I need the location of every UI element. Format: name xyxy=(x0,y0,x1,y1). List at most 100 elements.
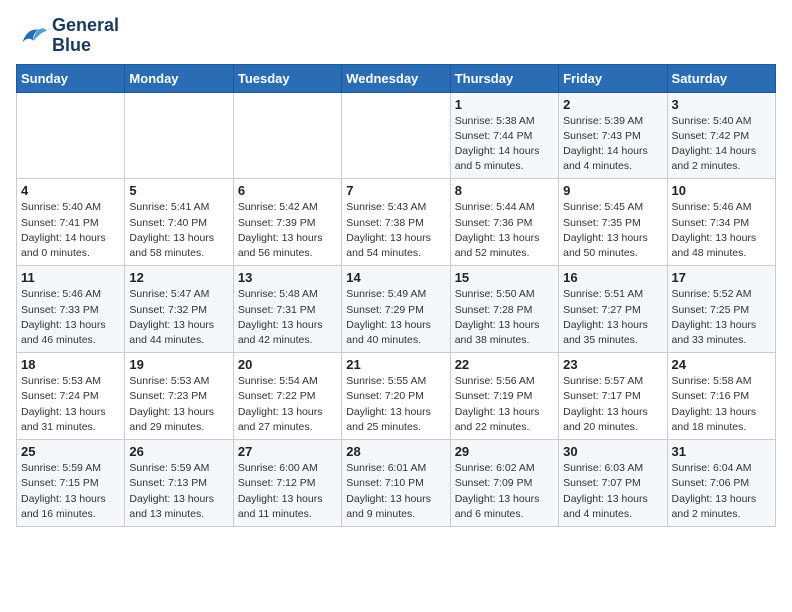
header-wednesday: Wednesday xyxy=(342,64,450,92)
day-number: 26 xyxy=(129,444,228,459)
day-info: Sunrise: 5:58 AM Sunset: 7:16 PM Dayligh… xyxy=(672,374,771,435)
day-number: 29 xyxy=(455,444,554,459)
day-info: Sunrise: 5:40 AM Sunset: 7:42 PM Dayligh… xyxy=(672,114,771,175)
day-number: 3 xyxy=(672,97,771,112)
day-number: 13 xyxy=(238,270,337,285)
calendar-cell: 19 Sunrise: 5:53 AM Sunset: 7:23 PM Dayli… xyxy=(125,353,233,440)
day-info: Sunrise: 6:00 AM Sunset: 7:12 PM Dayligh… xyxy=(238,461,337,522)
calendar-cell: 10 Sunrise: 5:46 AM Sunset: 7:34 PM Dayli… xyxy=(667,179,775,266)
calendar-cell: 22 Sunrise: 5:56 AM Sunset: 7:19 PM Dayli… xyxy=(450,353,558,440)
calendar-cell: 3 Sunrise: 5:40 AM Sunset: 7:42 PM Daylig… xyxy=(667,92,775,179)
header-saturday: Saturday xyxy=(667,64,775,92)
day-number: 22 xyxy=(455,357,554,372)
day-info: Sunrise: 6:04 AM Sunset: 7:06 PM Dayligh… xyxy=(672,461,771,522)
calendar-cell: 5 Sunrise: 5:41 AM Sunset: 7:40 PM Daylig… xyxy=(125,179,233,266)
calendar-cell: 31 Sunrise: 6:04 AM Sunset: 7:06 PM Dayli… xyxy=(667,440,775,527)
calendar-cell: 11 Sunrise: 5:46 AM Sunset: 7:33 PM Dayli… xyxy=(17,266,125,353)
calendar-cell xyxy=(125,92,233,179)
calendar-week-row: 25Sunrise: 5:59 AM Sunset: 7:15 PM Dayli… xyxy=(17,440,776,527)
calendar-cell: 13 Sunrise: 5:48 AM Sunset: 7:31 PM Dayli… xyxy=(233,266,341,353)
calendar-table: SundayMondayTuesdayWednesdayThursdayFrid… xyxy=(16,64,776,527)
calendar-week-row: 1Sunrise: 5:38 AM Sunset: 7:44 PM Daylig… xyxy=(17,92,776,179)
calendar-cell: 12 Sunrise: 5:47 AM Sunset: 7:32 PM Dayli… xyxy=(125,266,233,353)
calendar-cell xyxy=(233,92,341,179)
day-number: 28 xyxy=(346,444,445,459)
day-number: 17 xyxy=(672,270,771,285)
day-info: Sunrise: 5:53 AM Sunset: 7:23 PM Dayligh… xyxy=(129,374,228,435)
day-info: Sunrise: 5:51 AM Sunset: 7:27 PM Dayligh… xyxy=(563,287,662,348)
logo-text: GeneralBlue xyxy=(52,16,119,56)
day-number: 20 xyxy=(238,357,337,372)
day-number: 19 xyxy=(129,357,228,372)
day-number: 15 xyxy=(455,270,554,285)
day-number: 16 xyxy=(563,270,662,285)
day-info: Sunrise: 5:39 AM Sunset: 7:43 PM Dayligh… xyxy=(563,114,662,175)
day-number: 9 xyxy=(563,183,662,198)
day-number: 6 xyxy=(238,183,337,198)
day-info: Sunrise: 5:55 AM Sunset: 7:20 PM Dayligh… xyxy=(346,374,445,435)
calendar-cell: 30Sunrise: 6:03 AM Sunset: 7:07 PM Dayli… xyxy=(559,440,667,527)
calendar-cell: 1Sunrise: 5:38 AM Sunset: 7:44 PM Daylig… xyxy=(450,92,558,179)
logo-line1: General xyxy=(52,16,119,36)
calendar-cell: 21 Sunrise: 5:55 AM Sunset: 7:20 PM Dayli… xyxy=(342,353,450,440)
calendar-week-row: 11 Sunrise: 5:46 AM Sunset: 7:33 PM Dayli… xyxy=(17,266,776,353)
day-info: Sunrise: 6:02 AM Sunset: 7:09 PM Dayligh… xyxy=(455,461,554,522)
day-number: 11 xyxy=(21,270,120,285)
calendar-cell: 24Sunrise: 5:58 AM Sunset: 7:16 PM Dayli… xyxy=(667,353,775,440)
day-info: Sunrise: 5:41 AM Sunset: 7:40 PM Dayligh… xyxy=(129,200,228,261)
calendar-cell: 23Sunrise: 5:57 AM Sunset: 7:17 PM Dayli… xyxy=(559,353,667,440)
calendar-cell: 6 Sunrise: 5:42 AM Sunset: 7:39 PM Daylig… xyxy=(233,179,341,266)
day-info: Sunrise: 5:53 AM Sunset: 7:24 PM Dayligh… xyxy=(21,374,120,435)
calendar-cell: 14 Sunrise: 5:49 AM Sunset: 7:29 PM Dayli… xyxy=(342,266,450,353)
day-info: Sunrise: 5:46 AM Sunset: 7:34 PM Dayligh… xyxy=(672,200,771,261)
day-info: Sunrise: 5:54 AM Sunset: 7:22 PM Dayligh… xyxy=(238,374,337,435)
logo: GeneralBlue xyxy=(16,16,119,56)
calendar-week-row: 4Sunrise: 5:40 AM Sunset: 7:41 PM Daylig… xyxy=(17,179,776,266)
day-number: 7 xyxy=(346,183,445,198)
calendar-week-row: 18 Sunrise: 5:53 AM Sunset: 7:24 PM Dayli… xyxy=(17,353,776,440)
header-monday: Monday xyxy=(125,64,233,92)
day-info: Sunrise: 5:40 AM Sunset: 7:41 PM Dayligh… xyxy=(21,200,120,261)
header-friday: Friday xyxy=(559,64,667,92)
calendar-cell: 7 Sunrise: 5:43 AM Sunset: 7:38 PM Daylig… xyxy=(342,179,450,266)
day-number: 14 xyxy=(346,270,445,285)
logo-icon xyxy=(16,20,48,52)
day-number: 2 xyxy=(563,97,662,112)
day-info: Sunrise: 5:57 AM Sunset: 7:17 PM Dayligh… xyxy=(563,374,662,435)
day-number: 21 xyxy=(346,357,445,372)
calendar-cell: 29 Sunrise: 6:02 AM Sunset: 7:09 PM Dayli… xyxy=(450,440,558,527)
day-info: Sunrise: 5:59 AM Sunset: 7:15 PM Dayligh… xyxy=(21,461,120,522)
day-info: Sunrise: 5:48 AM Sunset: 7:31 PM Dayligh… xyxy=(238,287,337,348)
page-header: GeneralBlue xyxy=(16,16,776,56)
calendar-cell: 20 Sunrise: 5:54 AM Sunset: 7:22 PM Dayli… xyxy=(233,353,341,440)
calendar-cell: 8 Sunrise: 5:44 AM Sunset: 7:36 PM Daylig… xyxy=(450,179,558,266)
day-number: 18 xyxy=(21,357,120,372)
day-info: Sunrise: 5:47 AM Sunset: 7:32 PM Dayligh… xyxy=(129,287,228,348)
day-number: 5 xyxy=(129,183,228,198)
day-info: Sunrise: 5:46 AM Sunset: 7:33 PM Dayligh… xyxy=(21,287,120,348)
calendar-cell: 15Sunrise: 5:50 AM Sunset: 7:28 PM Dayli… xyxy=(450,266,558,353)
day-number: 12 xyxy=(129,270,228,285)
calendar-cell: 2 Sunrise: 5:39 AM Sunset: 7:43 PM Daylig… xyxy=(559,92,667,179)
day-info: Sunrise: 5:42 AM Sunset: 7:39 PM Dayligh… xyxy=(238,200,337,261)
calendar-cell: 4Sunrise: 5:40 AM Sunset: 7:41 PM Daylig… xyxy=(17,179,125,266)
day-number: 10 xyxy=(672,183,771,198)
day-info: Sunrise: 5:43 AM Sunset: 7:38 PM Dayligh… xyxy=(346,200,445,261)
day-number: 31 xyxy=(672,444,771,459)
day-info: Sunrise: 5:49 AM Sunset: 7:29 PM Dayligh… xyxy=(346,287,445,348)
day-info: Sunrise: 5:38 AM Sunset: 7:44 PM Dayligh… xyxy=(455,114,554,175)
header-thursday: Thursday xyxy=(450,64,558,92)
logo-line2: Blue xyxy=(52,36,119,56)
day-number: 8 xyxy=(455,183,554,198)
day-info: Sunrise: 5:52 AM Sunset: 7:25 PM Dayligh… xyxy=(672,287,771,348)
calendar-cell: 9Sunrise: 5:45 AM Sunset: 7:35 PM Daylig… xyxy=(559,179,667,266)
day-info: Sunrise: 6:01 AM Sunset: 7:10 PM Dayligh… xyxy=(346,461,445,522)
header-tuesday: Tuesday xyxy=(233,64,341,92)
calendar-cell xyxy=(342,92,450,179)
calendar-cell: 18 Sunrise: 5:53 AM Sunset: 7:24 PM Dayli… xyxy=(17,353,125,440)
calendar-cell: 17 Sunrise: 5:52 AM Sunset: 7:25 PM Dayli… xyxy=(667,266,775,353)
day-info: Sunrise: 5:56 AM Sunset: 7:19 PM Dayligh… xyxy=(455,374,554,435)
header-sunday: Sunday xyxy=(17,64,125,92)
calendar-cell: 16 Sunrise: 5:51 AM Sunset: 7:27 PM Dayli… xyxy=(559,266,667,353)
day-info: Sunrise: 5:44 AM Sunset: 7:36 PM Dayligh… xyxy=(455,200,554,261)
